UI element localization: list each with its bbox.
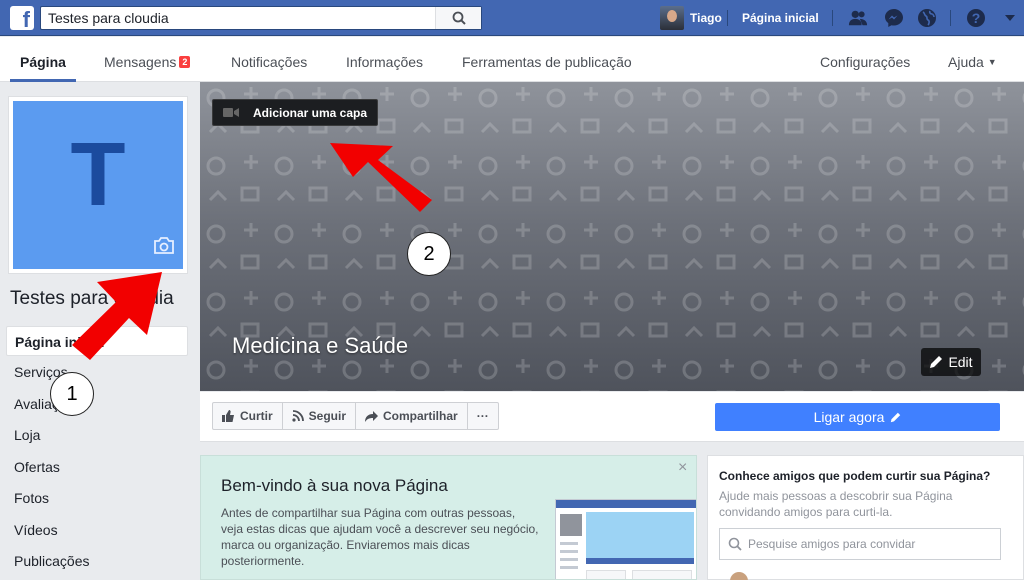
messenger-icon[interactable]: [884, 8, 904, 28]
search-icon: [452, 11, 466, 25]
divider: [950, 10, 951, 26]
search-box: [40, 6, 482, 30]
follow-label: Seguir: [308, 409, 347, 423]
rss-icon: [292, 410, 304, 422]
notifications-globe-icon[interactable]: [917, 8, 937, 28]
invite-friends-search: [719, 528, 1001, 560]
friend-requests-icon[interactable]: [848, 8, 868, 28]
sidebar-item-posts[interactable]: Publicações: [6, 546, 188, 576]
tab-publishing-tools[interactable]: Ferramentas de publicação: [462, 54, 632, 70]
svg-text:?: ?: [972, 10, 981, 26]
help-icon[interactable]: ?: [966, 8, 986, 28]
page-category[interactable]: Medicina e Saúde: [232, 333, 408, 359]
invite-friends-input[interactable]: [748, 537, 993, 551]
close-icon[interactable]: ×: [678, 459, 687, 477]
add-cover-button[interactable]: Adicionar uma capa: [212, 99, 378, 126]
sidebar-item-offers[interactable]: Ofertas: [6, 452, 188, 482]
messages-count-badge: 2: [179, 56, 191, 68]
tab-notifications[interactable]: Notificações: [231, 54, 307, 70]
divider: [727, 10, 728, 26]
sidebar-item-home[interactable]: Página inicial: [6, 326, 188, 356]
pencil-icon: [891, 412, 901, 422]
search-icon: [728, 537, 742, 551]
like-button[interactable]: Curtir: [213, 403, 283, 429]
more-dots-icon: ···: [476, 409, 489, 423]
follow-button[interactable]: Seguir: [283, 403, 357, 429]
sidebar-item-photos[interactable]: Fotos: [6, 483, 188, 513]
invite-friends-title: Conhece amigos que podem curtir sua Pági…: [719, 469, 991, 483]
call-now-button[interactable]: Ligar agora: [715, 403, 1000, 431]
tab-page[interactable]: Página: [20, 54, 66, 70]
account-menu-chevron-icon[interactable]: [1000, 8, 1020, 28]
chevron-down-icon: ▼: [987, 57, 997, 67]
friend-avatar: [730, 572, 748, 580]
sidebar-item-videos[interactable]: Vídeos: [6, 515, 188, 545]
welcome-text: Antes de compartilhar sua Página com out…: [221, 506, 539, 568]
annotation-marker-1: 1: [50, 372, 94, 416]
welcome-title: Bem-vindo à sua nova Página: [221, 476, 448, 495]
top-navigation-bar: f Tiago Página inicial ?: [0, 0, 1024, 36]
call-now-label: Ligar agora: [813, 409, 885, 425]
share-label: Compartilhar: [383, 409, 458, 423]
page-action-buttons: Curtir Seguir Compartilhar ···: [212, 402, 499, 430]
profile-picture[interactable]: T: [13, 101, 183, 269]
user-name-link[interactable]: Tiago: [690, 11, 722, 25]
edit-label: Edit: [948, 354, 973, 370]
thumbs-up-icon: [222, 410, 234, 422]
share-arrow-icon: [365, 410, 379, 422]
sidebar-item-reviews[interactable]: Avaliações: [6, 389, 188, 419]
sidebar-item-shop[interactable]: Loja: [6, 420, 188, 450]
like-label: Curtir: [240, 409, 273, 423]
active-tab-indicator: [10, 79, 76, 82]
annotation-marker-2: 2: [407, 232, 451, 276]
tab-information[interactable]: Informações: [346, 54, 423, 70]
welcome-panel: Bem-vindo à sua nova Página Antes de com…: [200, 455, 697, 580]
facebook-logo-icon[interactable]: f: [10, 6, 34, 30]
page-tabs-bar: Página Mensagens 2 Notificações Informaçõ…: [0, 37, 1024, 82]
tab-settings[interactable]: Configurações: [820, 54, 910, 70]
page-name-title[interactable]: Testes para cloudia: [10, 288, 174, 310]
camera-icon[interactable]: [153, 237, 175, 259]
user-avatar[interactable]: [660, 6, 684, 30]
search-input[interactable]: [41, 7, 431, 29]
sidebar-item-services[interactable]: Serviços: [6, 357, 188, 387]
divider: [832, 10, 833, 26]
pencil-icon: [930, 356, 943, 368]
share-button[interactable]: Compartilhar: [356, 403, 468, 429]
profile-picture-frame[interactable]: T: [8, 96, 188, 274]
more-options-button[interactable]: ···: [468, 403, 498, 429]
edit-category-button[interactable]: Edit: [921, 348, 981, 376]
invite-friends-panel: Conhece amigos que podem curtir sua Pági…: [707, 455, 1024, 580]
tab-help[interactable]: Ajuda ▼: [948, 54, 997, 70]
search-button[interactable]: [435, 7, 481, 29]
tab-messages-label: Mensagens: [104, 54, 177, 70]
page-preview-illustration: [555, 499, 696, 579]
video-camera-icon: [223, 108, 239, 117]
profile-initial: T: [70, 125, 126, 225]
tab-help-label: Ajuda: [948, 54, 984, 70]
home-link[interactable]: Página inicial: [742, 11, 819, 25]
invite-friends-text: Ajude mais pessoas a descobrir sua Págin…: [719, 489, 953, 519]
add-cover-label: Adicionar uma capa: [253, 105, 368, 120]
tab-messages[interactable]: Mensagens 2: [104, 54, 191, 70]
